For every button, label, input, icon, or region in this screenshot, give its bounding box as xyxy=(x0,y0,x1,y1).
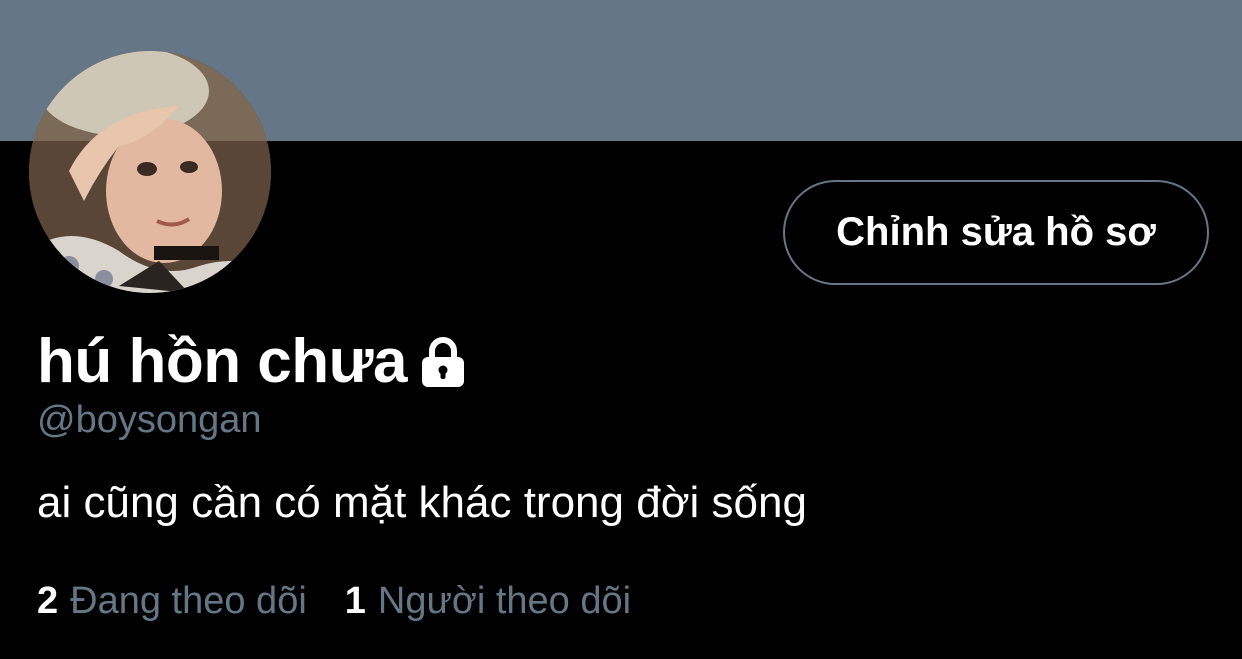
following-count: 2 xyxy=(37,580,59,622)
followers-count: 1 xyxy=(344,580,366,622)
profile-bio: ai cũng cần có mặt khác trong đời sống xyxy=(37,478,807,527)
edit-profile-button[interactable]: Chỉnh sửa hồ sơ xyxy=(783,180,1209,285)
avatar[interactable] xyxy=(29,51,271,293)
following-label: Đang theo dõi xyxy=(70,580,307,622)
followers-label: Người theo dõi xyxy=(377,580,632,622)
profile-handle: @boysongan xyxy=(37,399,262,441)
display-name: hú hồn chưa xyxy=(37,327,408,396)
name-row: hú hồn chưa xyxy=(37,322,467,402)
followers-stat[interactable]: 1 Người theo dõi xyxy=(345,582,631,620)
following-stat[interactable]: 2 Đang theo dõi xyxy=(37,582,307,620)
profile-stats: 2 Đang theo dõi 1 Người theo dõi xyxy=(37,582,669,620)
profile-page: Chỉnh sửa hồ sơ hú hồn chưa @boysongan a… xyxy=(0,0,1242,659)
lock-icon xyxy=(419,336,467,388)
